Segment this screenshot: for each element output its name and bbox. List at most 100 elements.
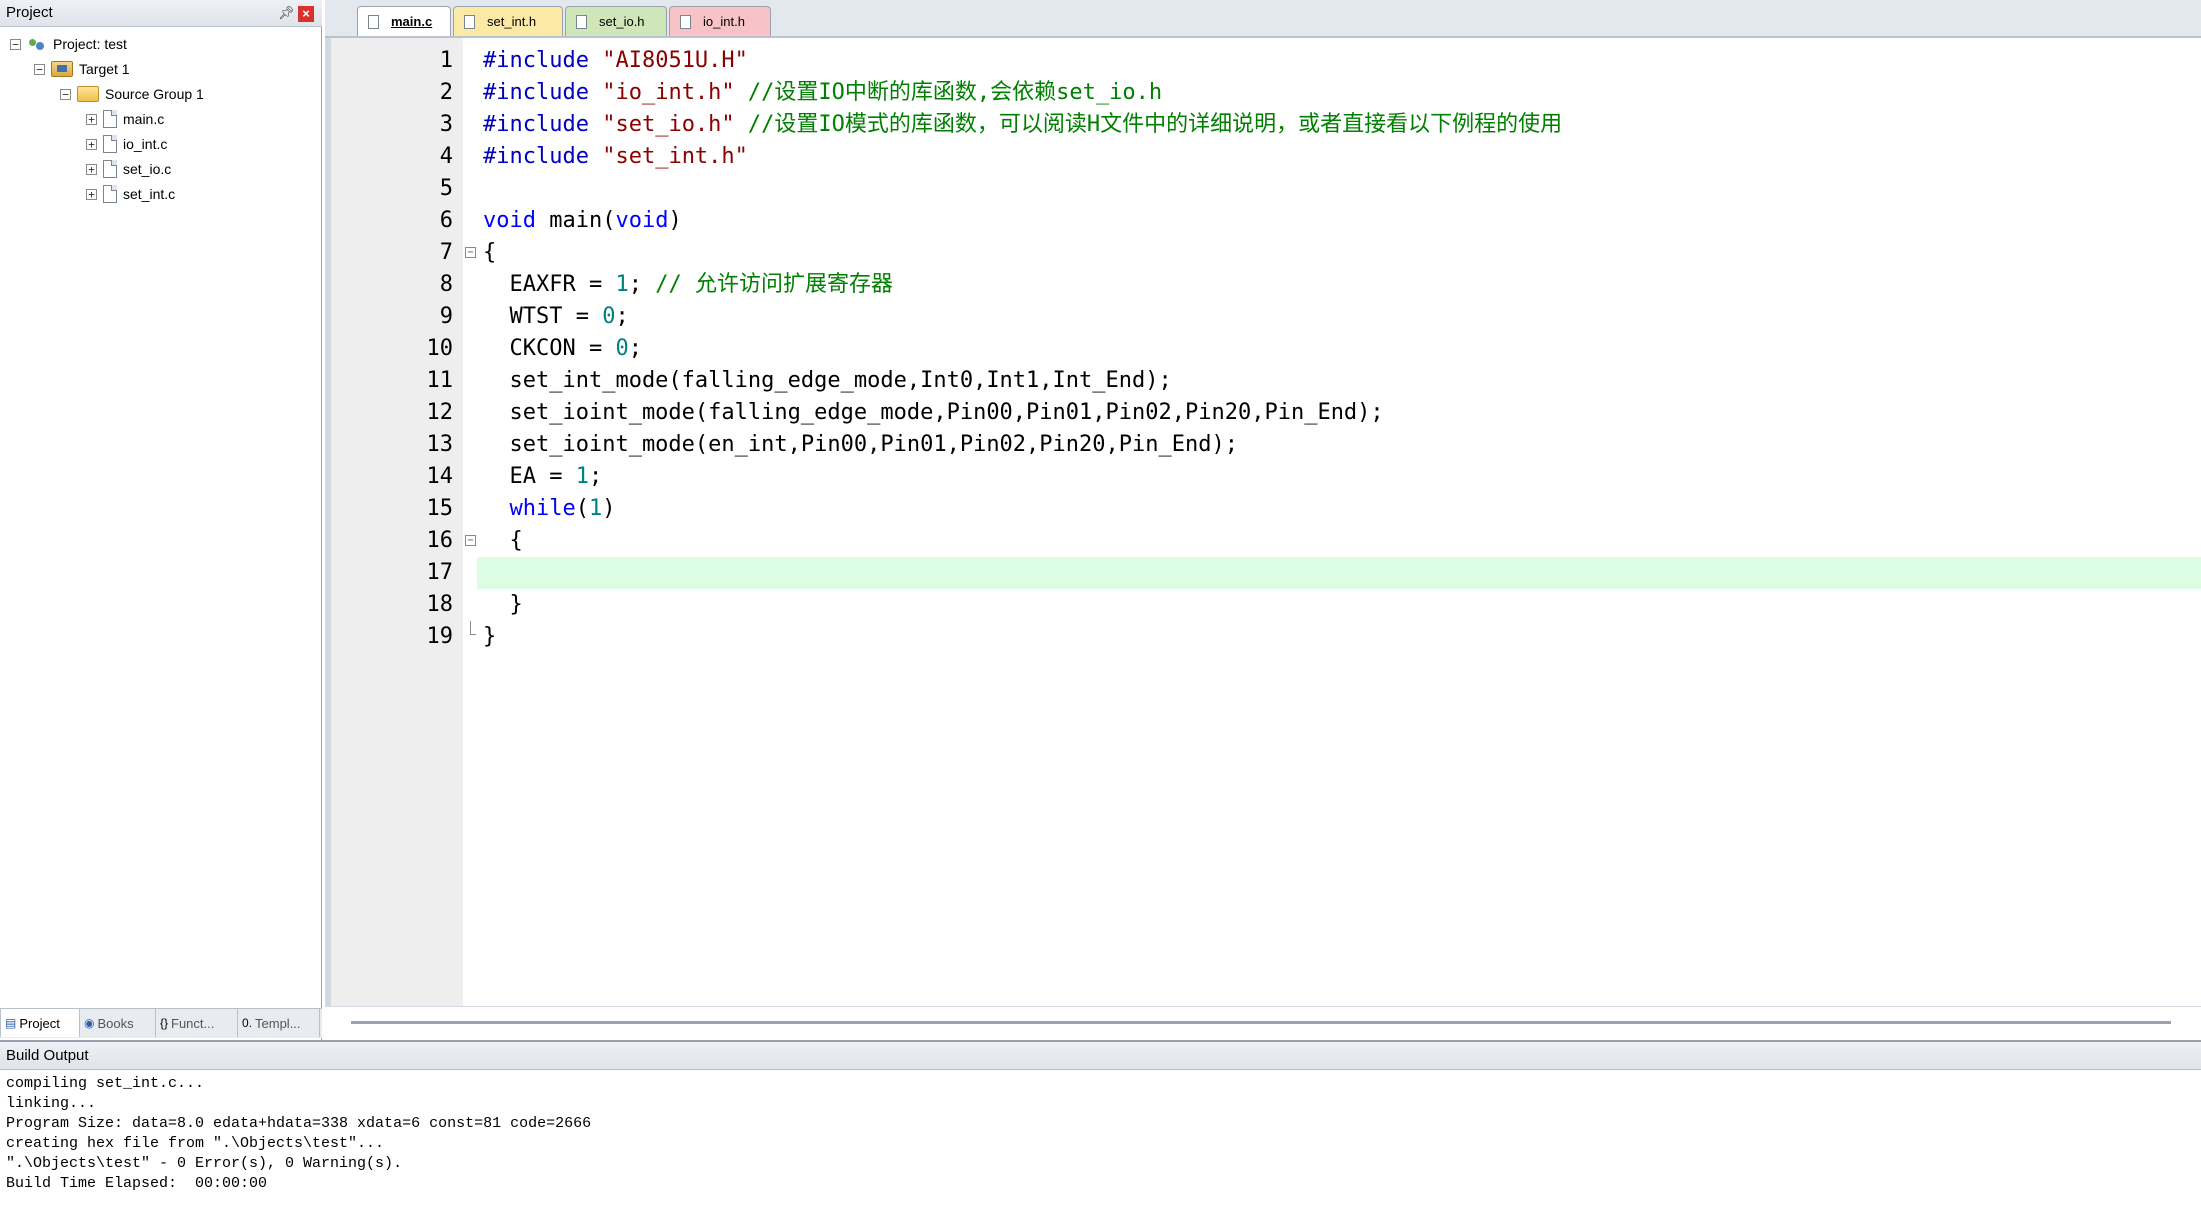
line-number: 11	[426, 368, 454, 393]
code-token: #include	[483, 112, 603, 137]
collapse-toggle-icon[interactable]: −	[10, 38, 21, 50]
project-panel-title: Project	[6, 4, 53, 21]
code-line[interactable]: 7 −{	[331, 237, 2201, 269]
code-line[interactable]: 16− {	[331, 525, 2201, 557]
code-text: #include "AI8051U.H"	[483, 45, 748, 77]
code-token: set_ioint_mode(falling_edge_mode,Pin00,P…	[483, 400, 1384, 425]
tab-set-io-h[interactable]: set_io.h	[565, 6, 667, 36]
tree-item-file[interactable]: + set_int.c	[86, 182, 175, 206]
expand-toggle-icon[interactable]: +	[86, 163, 97, 175]
code-token: ;	[588, 464, 603, 489]
code-line[interactable]: 9 WTST = 0;	[331, 301, 2201, 333]
code-token: }	[483, 624, 497, 649]
tree-item-project[interactable]: − Project: test	[10, 32, 127, 56]
code-token: while	[509, 496, 576, 521]
collapse-toggle-icon[interactable]: −	[34, 63, 45, 75]
code-line[interactable]: 17	[331, 557, 2201, 589]
code-token: ;	[628, 272, 656, 297]
code-text: while(1)	[483, 493, 616, 525]
line-number: 12	[426, 400, 454, 425]
code-token: void	[615, 208, 669, 233]
tab-project[interactable]: ▤ Project	[0, 1009, 80, 1037]
tree-item-file[interactable]: + set_io.c	[86, 157, 171, 181]
expand-toggle-icon[interactable]: +	[86, 138, 97, 150]
tree-item-source-group[interactable]: − Source Group 1	[60, 82, 204, 106]
code-line[interactable]: 19}	[331, 621, 2201, 653]
file-icon	[680, 14, 691, 29]
tab-set-int-h[interactable]: set_int.h	[453, 6, 563, 36]
project-panel-tabs: ▤ Project ◉ Books {} Funct... 0. Templ..…	[0, 1008, 322, 1038]
tree-item-target[interactable]: − Target 1	[34, 57, 130, 81]
code-token: )	[602, 496, 616, 521]
line-number: 18	[426, 592, 454, 617]
line-number: 13	[426, 432, 454, 457]
code-editor[interactable]: 1 #include "AI8051U.H" 2 #include "io_int.h…	[325, 38, 2201, 1006]
code-token: ;	[628, 336, 642, 361]
code-text: }	[483, 589, 522, 621]
code-token: WTST =	[483, 304, 603, 329]
log-line: Program Size: data=8.0 edata+hdata=338 x…	[6, 1115, 592, 1132]
tree-item-file[interactable]: + io_int.c	[86, 132, 167, 156]
tab-books[interactable]: ◉ Books	[80, 1009, 156, 1037]
build-output-log[interactable]: compiling set_int.c... linking... Progra…	[6, 1074, 2186, 1194]
tree-item-label: Target 1	[79, 61, 130, 77]
tree-item-label: main.c	[123, 111, 165, 127]
code-token: //设置IO中断的库函数,会依赖set_io.h	[734, 80, 1163, 105]
horizontal-scrollbar[interactable]	[325, 1006, 2201, 1040]
expand-toggle-icon[interactable]: +	[86, 113, 97, 125]
line-number: 6	[439, 208, 453, 233]
code-line[interactable]: 11 set_int_mode(falling_edge_mode,Int0,I…	[331, 365, 2201, 397]
code-line[interactable]: 14 EA = 1;	[331, 461, 2201, 493]
code-line[interactable]: 6 void main(void)	[331, 205, 2201, 237]
code-text: EAXFR = 1; // 允许访问扩展寄存器	[483, 269, 893, 301]
code-token: ;	[615, 304, 629, 329]
code-line[interactable]: 2 #include "io_int.h" //设置IO中断的库函数,会依赖set…	[331, 77, 2201, 109]
build-output-header: Build Output	[0, 1042, 2201, 1070]
code-token: // 允许访问扩展寄存器	[655, 272, 893, 297]
line-number: 9	[439, 304, 453, 329]
expand-toggle-icon[interactable]: +	[86, 188, 97, 200]
fold-collapse-icon[interactable]: −	[465, 535, 476, 546]
tab-label: main.c	[391, 14, 433, 29]
line-number: 3	[439, 112, 453, 137]
tab-label: set_io.h	[599, 14, 645, 29]
code-line[interactable]: 10 CKCON = 0;	[331, 333, 2201, 365]
code-token: #include	[483, 144, 603, 169]
fold-end-marker	[470, 621, 476, 635]
collapse-toggle-icon[interactable]: −	[60, 88, 71, 100]
code-text: set_ioint_mode(en_int,Pin00,Pin01,Pin02,…	[483, 429, 1238, 461]
scrollbar-track[interactable]	[351, 1021, 2171, 1024]
code-line[interactable]: 5	[331, 173, 2201, 205]
code-line[interactable]: 15 while(1)	[331, 493, 2201, 525]
code-line[interactable]: 4 #include "set_int.h"	[331, 141, 2201, 173]
code-text: WTST = 0;	[483, 301, 629, 333]
log-line: compiling set_int.c...	[6, 1075, 205, 1092]
pin-icon[interactable]: 📌︎	[278, 6, 295, 20]
tree-item-file[interactable]: + main.c	[86, 107, 164, 131]
code-line[interactable]: 1 #include "AI8051U.H"	[331, 45, 2201, 77]
code-token: //设置IO模式的库函数，可以阅读H文件中的详细说明，或者直接看以下例程的使用	[734, 112, 1563, 137]
line-number: 2	[439, 80, 453, 105]
tab-label: Funct...	[171, 1015, 215, 1031]
code-line[interactable]: 12 set_ioint_mode(falling_edge_mode,Pin0…	[331, 397, 2201, 429]
tab-templates[interactable]: 0. Templ...	[238, 1009, 320, 1037]
code-line[interactable]: 13 set_ioint_mode(en_int,Pin00,Pin01,Pin…	[331, 429, 2201, 461]
code-line[interactable]: 8 EAXFR = 1; // 允许访问扩展寄存器	[331, 269, 2201, 301]
code-text: void main(void)	[483, 205, 682, 237]
file-icon	[464, 14, 475, 29]
tab-io-int-h[interactable]: io_int.h	[669, 6, 771, 36]
code-token: CKCON =	[483, 336, 616, 361]
file-icon	[576, 14, 587, 29]
tree-item-label: io_int.c	[123, 136, 168, 152]
tab-functions[interactable]: {} Funct...	[156, 1009, 238, 1037]
code-token: 1	[588, 496, 603, 521]
tab-main-c[interactable]: main.c	[357, 6, 451, 36]
code-token: "set_io.h"	[602, 112, 735, 137]
code-line[interactable]: 18 }	[331, 589, 2201, 621]
code-line[interactable]: 3 #include "set_io.h" //设置IO模式的库函数，可以阅读H文…	[331, 109, 2201, 141]
code-token: "io_int.h"	[602, 80, 735, 105]
code-text: #include "set_int.h"	[483, 141, 748, 173]
close-icon[interactable]: ×	[298, 6, 314, 22]
fold-collapse-icon[interactable]: −	[465, 247, 476, 258]
